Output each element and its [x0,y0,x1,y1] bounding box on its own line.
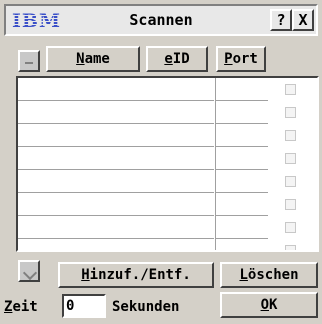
list-item[interactable] [18,78,317,101]
column-header-eid[interactable]: eID [146,46,208,72]
scan-dialog: IBM Scannen ? X Name eID Port Hinzuf./En… [0,0,322,324]
cell-name [18,170,214,193]
cell-name [18,147,214,170]
row-checkbox[interactable] [285,130,296,141]
cell-name [18,78,214,101]
row-checkbox[interactable] [285,153,296,164]
cell-name [18,101,214,124]
time-input[interactable]: 0 [62,294,106,318]
help-icon: ? [276,11,286,29]
list-item[interactable] [18,170,317,193]
close-button[interactable]: X [292,9,314,31]
title-bar: IBM Scannen ? X [4,4,318,36]
list-item[interactable] [18,124,317,147]
close-icon: X [298,11,308,29]
cell-name [18,193,214,216]
cell-eid [215,147,268,170]
delete-button[interactable]: Löschen [220,262,318,288]
device-list[interactable] [16,76,319,252]
cell-eid [215,78,268,101]
cell-name [18,216,214,239]
cell-eid [215,216,268,239]
cell-eid [215,124,268,147]
list-item[interactable] [18,216,317,239]
row-checkbox[interactable] [285,176,296,187]
list-item[interactable] [18,239,317,250]
list-item[interactable] [18,193,317,216]
expand-icon[interactable] [18,260,40,282]
cell-eid [215,170,268,193]
row-checkbox[interactable] [285,84,296,95]
cell-name [18,124,214,147]
cell-name [18,239,214,250]
cell-eid [215,193,268,216]
help-button[interactable]: ? [270,9,292,31]
row-checkbox[interactable] [285,222,296,233]
row-checkbox[interactable] [285,199,296,210]
column-header-name[interactable]: Name [46,46,140,72]
row-checkbox[interactable] [285,245,296,250]
cell-eid [215,101,268,124]
list-item[interactable] [18,147,317,170]
seconds-label: Sekunden [112,299,180,315]
collapse-icon[interactable] [18,50,40,72]
add-remove-button[interactable]: Hinzuf./Entf. [58,262,214,288]
row-checkbox[interactable] [285,107,296,118]
list-item[interactable] [18,101,317,124]
ok-button[interactable]: OK [220,292,318,318]
time-label: Zeit [4,299,38,315]
column-header-port[interactable]: Port [216,46,266,72]
cell-eid [215,239,268,250]
